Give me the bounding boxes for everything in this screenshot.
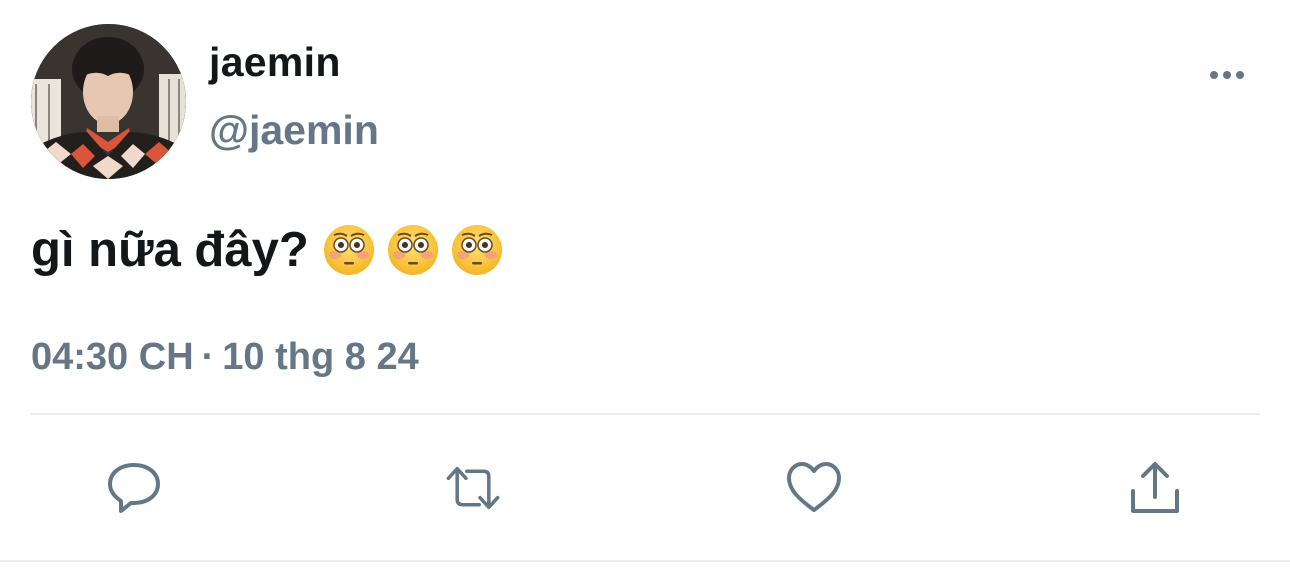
share-icon: [1131, 462, 1179, 513]
avatar[interactable]: [31, 24, 186, 179]
divider: [31, 413, 1260, 415]
retweet-icon: [446, 466, 500, 510]
share-button[interactable]: [1126, 459, 1184, 517]
like-button[interactable]: [785, 459, 843, 517]
more-options-icon[interactable]: [1204, 60, 1250, 90]
tweet-time: 04:30 CH: [31, 336, 194, 378]
meta-separator: ·: [201, 336, 215, 378]
avatar-image: [31, 24, 186, 179]
tweet-text: gì nữa đây?: [31, 222, 503, 278]
tweet-timestamp[interactable]: 04:30 CH · 10 thg 8 24: [31, 336, 419, 379]
flushed-face-icon: [323, 225, 374, 275]
reply-button[interactable]: [105, 459, 163, 517]
tweet-text-content: gì nữa đây?: [31, 223, 309, 277]
reply-icon: [108, 463, 160, 513]
user-handle[interactable]: @jaemin: [209, 107, 379, 154]
retweet-button[interactable]: [444, 459, 502, 517]
heart-icon: [787, 462, 841, 512]
emoji-group: [323, 224, 503, 276]
tweet-date: 10 thg 8 24: [222, 336, 419, 378]
bottom-divider: [0, 560, 1290, 562]
flushed-face-icon: [387, 225, 438, 275]
tweet-detail: jaemin @jaemin gì nữa đây? 04:30 CH · 10…: [0, 0, 1290, 579]
flushed-face-icon: [451, 225, 502, 275]
display-name[interactable]: jaemin: [209, 39, 341, 86]
